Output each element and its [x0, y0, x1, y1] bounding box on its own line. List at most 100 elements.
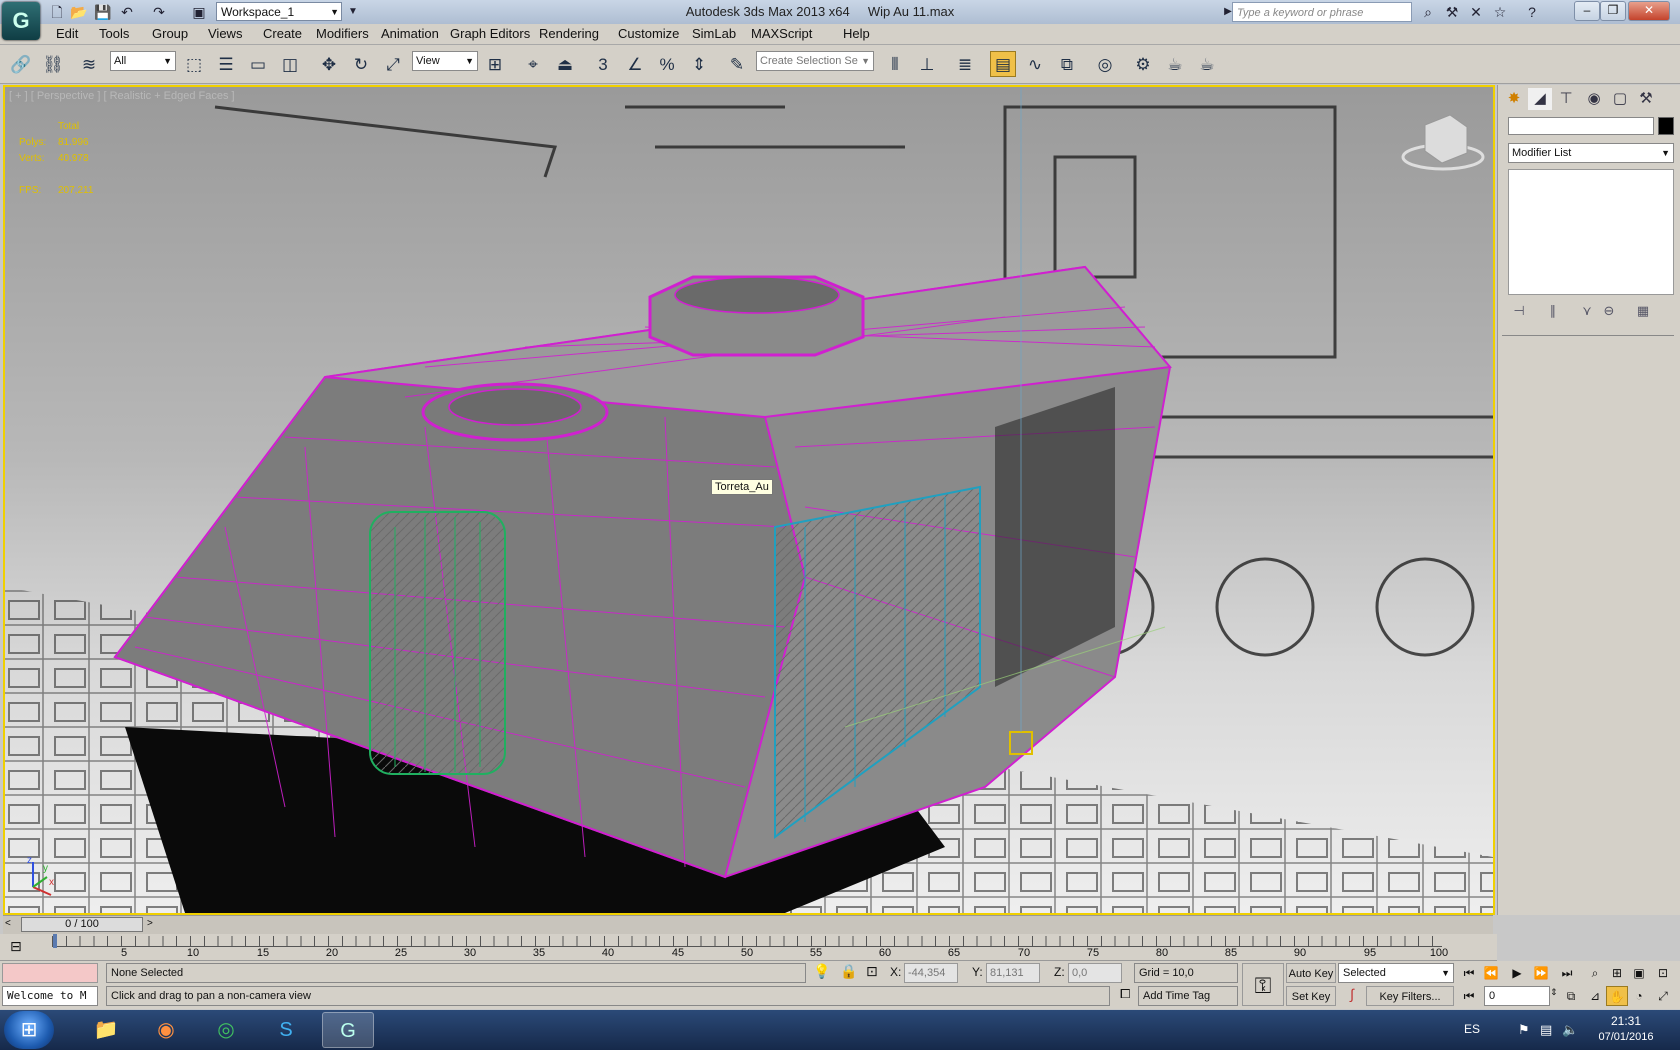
material-editor-icon[interactable]: ◎ — [1092, 51, 1118, 77]
create-tab-icon[interactable]: ✸ — [1502, 88, 1526, 110]
field-of-view-icon[interactable]: ⊿ — [1584, 986, 1606, 1006]
viewport-label[interactable]: [ + ] [ Perspective ] [ Realistic + Edge… — [9, 90, 235, 102]
snaps-toggle-icon[interactable]: 3 — [590, 51, 616, 77]
rendered-frame-window-icon[interactable]: ☕ — [1162, 51, 1188, 77]
go-to-start-icon[interactable]: ⏮ — [1458, 963, 1480, 983]
scale-icon[interactable]: ⤢ — [380, 51, 406, 77]
layer-manager-icon[interactable]: ≣ — [952, 51, 978, 77]
clock-date[interactable]: 07/01/2016 — [1590, 1031, 1662, 1043]
utilities-tab-icon[interactable]: ⚒ — [1634, 88, 1658, 110]
absolute-mode-icon[interactable]: ⊡ — [866, 963, 878, 980]
menu-maxscript[interactable]: MAXScript — [751, 24, 812, 44]
current-frame-marker[interactable] — [53, 934, 57, 948]
angle-snap-icon[interactable]: ∠ — [622, 51, 648, 77]
time-prev-icon[interactable]: < — [5, 918, 11, 929]
skype-icon[interactable]: S — [260, 1012, 312, 1048]
keyboard-shortcut-override-icon[interactable]: ⏏ — [552, 51, 578, 77]
bind-space-warp-icon[interactable]: ≋ — [76, 51, 102, 77]
unlink-icon[interactable]: ⛓ — [40, 51, 66, 77]
modify-tab-icon[interactable]: ◢ — [1528, 88, 1552, 110]
align-icon[interactable]: ⊥ — [914, 51, 940, 77]
motion-tab-icon[interactable]: ◉ — [1582, 88, 1606, 110]
restore-button[interactable]: ❐ — [1600, 1, 1626, 21]
maxscript-mini-listener-output[interactable]: Welcome to M — [2, 986, 98, 1006]
mini-curve-editor-icon[interactable]: ⊟ — [10, 938, 22, 955]
menu-views[interactable]: Views — [208, 24, 242, 44]
z-coordinate-field[interactable]: 0,0 — [1068, 963, 1122, 983]
menu-group[interactable]: Group — [152, 24, 188, 44]
menu-help[interactable]: Help — [843, 24, 870, 44]
app-logo-icon[interactable]: G — [2, 2, 40, 40]
menu-simlab[interactable]: SimLab — [692, 24, 736, 44]
workspace-dropdown[interactable]: Workspace_1 ▼ — [216, 2, 342, 21]
zoom-icon[interactable]: ⌕ — [1584, 963, 1606, 983]
new-file-icon[interactable]: 🗋 — [48, 3, 66, 21]
search-input[interactable]: Type a keyword or phrase — [1232, 2, 1412, 22]
orbit-icon[interactable]: ◔ — [1628, 986, 1650, 1006]
maximize-viewport-icon[interactable]: ⤢ — [1652, 986, 1674, 1006]
network-icon[interactable]: ▤ — [1540, 1022, 1552, 1038]
go-to-end-icon[interactable]: ⏭ — [1556, 963, 1578, 983]
isolate-selection-icon[interactable]: 💡 — [813, 963, 830, 980]
rotate-icon[interactable]: ↻ — [348, 51, 374, 77]
schematic-view-icon[interactable]: ⧉ — [1054, 51, 1080, 77]
perspective-viewport[interactable]: [ + ] [ Perspective ] [ Realistic + Edge… — [3, 85, 1495, 915]
current-frame-field[interactable]: 0 — [1484, 986, 1550, 1006]
display-tab-icon[interactable]: ▢ — [1608, 88, 1632, 110]
pivot-point-icon[interactable]: ⊞ — [482, 51, 508, 77]
mirror-icon[interactable]: ⫴ — [882, 51, 908, 77]
configure-modifier-sets-icon[interactable]: ▦ — [1632, 301, 1654, 321]
modifier-stack[interactable] — [1508, 169, 1674, 295]
reference-coordinate-dropdown[interactable]: View ▼ — [412, 51, 478, 71]
object-name-field[interactable] — [1508, 117, 1654, 135]
zoom-extents-icon[interactable]: ▣ — [1628, 963, 1650, 983]
key-mode-toggle-icon[interactable]: ⏮ — [1458, 986, 1480, 1006]
curve-editor-icon[interactable]: ∿ — [1022, 51, 1048, 77]
add-time-tag-button[interactable]: Add Time Tag — [1138, 986, 1238, 1006]
modifier-list-dropdown[interactable]: Modifier List ▼ — [1508, 143, 1674, 163]
time-next-icon[interactable]: > — [147, 918, 153, 929]
menu-animation[interactable]: Animation — [381, 24, 439, 44]
frame-counter[interactable]: 0 / 100 — [21, 917, 143, 932]
favorites-star-icon[interactable]: ☆ — [1490, 3, 1510, 21]
window-crossing-icon[interactable]: ◫ — [277, 51, 303, 77]
time-slider[interactable]: < 0 / 100 > — [3, 915, 1493, 934]
undo-icon[interactable]: ↶ — [118, 3, 136, 21]
menu-create[interactable]: Create — [263, 24, 302, 44]
action-center-flag-icon[interactable]: ⚑ — [1518, 1022, 1530, 1038]
menu-graph-editors[interactable]: Graph Editors — [450, 24, 530, 44]
chevron-down-icon[interactable]: ▼ — [344, 3, 362, 21]
menu-rendering[interactable]: Rendering — [539, 24, 599, 44]
select-by-name-icon[interactable]: ☰ — [213, 51, 239, 77]
3ds-max-taskbar-icon[interactable]: G — [322, 1012, 374, 1048]
open-file-icon[interactable]: 📂 — [70, 3, 88, 21]
menu-edit[interactable]: Edit — [56, 24, 78, 44]
project-folder-icon[interactable]: ▣ — [190, 3, 208, 21]
track-bar[interactable]: ⊟ 5 10 15 20 25 30 35 40 45 50 55 60 65 … — [0, 934, 1497, 961]
move-icon[interactable]: ✥ — [316, 51, 342, 77]
subscription-icon[interactable]: ⚒ — [1442, 3, 1462, 21]
select-object-icon[interactable]: ⬚ — [181, 51, 207, 77]
y-coordinate-field[interactable]: 81,131 — [986, 963, 1040, 983]
x-coordinate-field[interactable]: -44,354 — [904, 963, 958, 983]
object-color-swatch[interactable] — [1658, 117, 1674, 135]
frame-spinner-icon[interactable]: ⇕ — [1550, 987, 1558, 998]
menu-tools[interactable]: Tools — [99, 24, 129, 44]
clock-time[interactable]: 21:31 — [1596, 1014, 1656, 1028]
play-icon[interactable]: ▶ — [1506, 963, 1528, 983]
minimize-button[interactable]: – — [1574, 1, 1600, 21]
scene-explorer-icon[interactable]: ▤ — [990, 51, 1016, 77]
show-end-result-icon[interactable]: ∥ — [1542, 301, 1564, 321]
key-filters-button[interactable]: Key Filters... — [1366, 986, 1454, 1006]
percent-snap-icon[interactable]: % — [654, 51, 680, 77]
key-mode-dropdown[interactable]: Selected ▼ — [1338, 963, 1454, 983]
next-frame-icon[interactable]: ⏩ — [1530, 963, 1552, 983]
communication-icon[interactable]: ✕ — [1466, 3, 1486, 21]
explorer-icon[interactable]: 📁 — [80, 1012, 132, 1048]
chrome-icon[interactable]: ◎ — [200, 1012, 252, 1048]
hierarchy-tab-icon[interactable]: ⊤ — [1554, 88, 1578, 110]
menu-customize[interactable]: Customize — [618, 24, 679, 44]
select-and-link-icon[interactable]: 🔗 — [8, 51, 34, 77]
set-key-button[interactable]: Set Key — [1286, 986, 1336, 1006]
render-setup-icon[interactable]: ⚙ — [1130, 51, 1156, 77]
